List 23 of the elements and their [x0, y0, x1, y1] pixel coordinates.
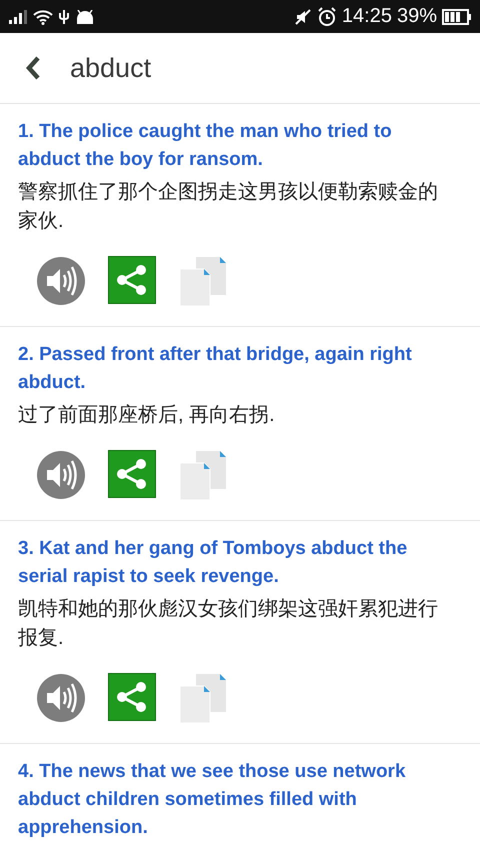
share-button[interactable] — [108, 256, 156, 306]
android-icon — [75, 10, 95, 24]
example-translation: 警察抓住了那个企图拐走这男孩以便勒索赎金的家伙. — [18, 180, 439, 234]
speaker-button[interactable] — [36, 256, 86, 306]
signal-icon — [8, 10, 28, 24]
share-button[interactable] — [108, 673, 156, 723]
share-button[interactable] — [108, 450, 156, 500]
example-sentence: 3. Kat and her gang of Tomboys abduct the serial rapist to seek revenge. — [18, 537, 408, 589]
speaker-button[interactable] — [36, 450, 86, 500]
battery-percent: 39% — [396, 5, 437, 28]
example-translation: 过了前面那座桥后, 再向右拐. — [18, 403, 276, 428]
wifi-icon — [33, 8, 53, 24]
example-sentence: 1. The police caught the man who tried to abduct the boy for ransom. — [18, 120, 393, 172]
clock-time: 14:25 — [342, 5, 392, 28]
mute-icon — [294, 8, 312, 26]
alarm-icon — [316, 6, 337, 26]
page-title: abduct — [70, 52, 152, 84]
example-translation: 凯特和她的那伙彪汉女孩们绑架这强奸累犯进行报复. — [18, 597, 439, 651]
battery-icon — [442, 8, 472, 24]
usb-icon — [58, 8, 70, 24]
speaker-button[interactable] — [36, 673, 86, 723]
example-sentence: 4. The news that we see those use network abduct children sometimes filled with apprehension. — [18, 760, 407, 840]
example-sentence: 2. Passed front after that bridge, again right abduct. — [18, 343, 413, 395]
